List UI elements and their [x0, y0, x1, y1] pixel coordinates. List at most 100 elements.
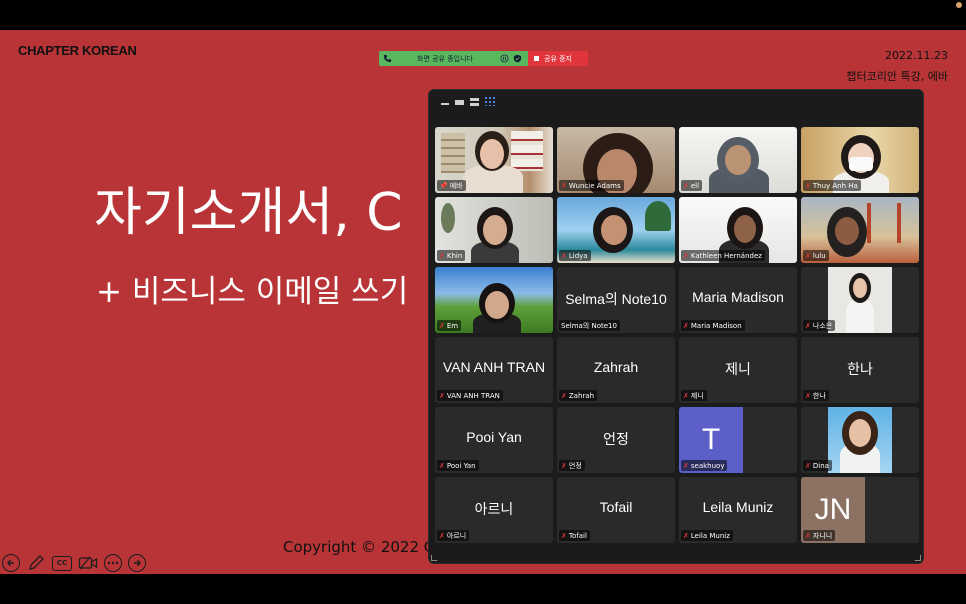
participant-tile[interactable]: Pooi Yan ✗ Pooi Yan — [435, 407, 553, 473]
participant-tile[interactable]: 한나 ✗ 한나 — [801, 337, 919, 403]
participant-display-name: 언정 — [603, 431, 629, 447]
participant-tile[interactable]: ✗ Khin — [435, 197, 553, 263]
resize-handle[interactable] — [431, 555, 437, 561]
more-icon[interactable] — [104, 554, 122, 572]
participant-tile[interactable]: ✗ Em — [435, 267, 553, 333]
participant-label: ✗ ell — [681, 180, 703, 191]
participant-label: ✗ 나소은 — [803, 320, 836, 331]
participant-label: ✗ Zahrah — [559, 390, 598, 401]
mic-muted-icon: ✗ — [683, 181, 689, 190]
participant-tile[interactable]: ✗ Dina — [801, 407, 919, 473]
participant-tile[interactable]: Tofail ✗ Tofail — [557, 477, 675, 543]
mic-muted-icon: ✗ — [439, 391, 445, 400]
participant-tile[interactable]: ✗ ell — [679, 127, 797, 193]
participant-tile[interactable]: ✗ Lidya — [557, 197, 675, 263]
slide-subtitle: + 비즈니스 이메일 쓰기 — [96, 274, 409, 310]
stop-share-button[interactable]: 공유 중지 — [528, 51, 588, 66]
mic-muted-icon: ✗ — [805, 461, 811, 470]
participant-label: ✗ 제니 — [681, 390, 707, 401]
participant-tile[interactable]: Selma의 Note10 Selma의 Note10 — [557, 267, 675, 333]
phone-icon — [383, 54, 392, 63]
pin-icon: 📌 — [439, 181, 448, 190]
strip-view-icon[interactable] — [455, 100, 464, 105]
participant-tile[interactable]: Zahrah ✗ Zahrah — [557, 337, 675, 403]
mic-muted-icon: ✗ — [683, 531, 689, 540]
participant-tile[interactable]: T ✗ seakhuoy — [679, 407, 797, 473]
mic-muted-icon: ✗ — [561, 531, 567, 540]
screen-share-bar: 화면 공유 중입니다 공유 중지 — [379, 51, 588, 66]
mic-muted-icon: ✗ — [683, 251, 689, 260]
arrow-right-icon[interactable] — [128, 554, 146, 572]
participant-tile[interactable]: 언정 ✗ 언정 — [557, 407, 675, 473]
stop-icon — [534, 56, 539, 61]
slide-controls: CC — [2, 552, 146, 574]
mic-muted-icon: ✗ — [561, 251, 567, 260]
participant-label: ✗ Khin — [437, 250, 466, 261]
slide-date: 2022.11.23 — [885, 49, 948, 62]
status-dot-icon — [956, 2, 962, 8]
share-status-text: 화면 공유 중입니다 — [417, 55, 473, 63]
participant-label: ✗ 언정 — [559, 460, 585, 471]
participant-display-name: VAN ANH TRAN — [442, 359, 546, 375]
minimize-icon[interactable] — [441, 102, 449, 105]
view-options — [441, 97, 495, 106]
speaker-view-icon[interactable] — [470, 97, 479, 106]
participant-tile[interactable]: 제니 ✗ 제니 — [679, 337, 797, 403]
participant-tile[interactable]: 📌 에바 — [435, 127, 553, 193]
mic-muted-icon: ✗ — [805, 181, 811, 190]
participant-label: Selma의 Note10 — [559, 320, 620, 331]
profile-photo — [828, 407, 892, 473]
video-icon[interactable] — [78, 554, 98, 572]
mic-muted-icon: ✗ — [561, 461, 567, 470]
participant-tile[interactable]: JN ✗ 자니니 — [801, 477, 919, 543]
participant-tile[interactable]: ✗ Wuncie Adams — [557, 127, 675, 193]
mic-muted-icon: ✗ — [805, 531, 811, 540]
stop-share-label: 공유 중지 — [544, 54, 572, 63]
mic-muted-icon: ✗ — [439, 251, 445, 260]
participant-label: ✗ Tofail — [559, 530, 590, 541]
participant-display-name: 아르니 — [474, 501, 514, 517]
mic-muted-icon: ✗ — [683, 391, 689, 400]
participant-label: ✗ Leila Muniz — [681, 530, 733, 541]
slide-brand: CHAPTER KOREAN — [18, 43, 137, 58]
participant-label: ✗ Wuncie Adams — [559, 180, 624, 191]
slide-title: 자기소개서, C — [94, 183, 403, 243]
participant-label: ✗ Kathleen Hernández — [681, 250, 765, 261]
slide-copyright: Copyright © 2022 C — [283, 538, 435, 556]
participant-tile[interactable]: ✗ lulu — [801, 197, 919, 263]
mic-muted-icon: ✗ — [805, 321, 811, 330]
share-status[interactable]: 화면 공유 중입니다 — [379, 51, 528, 66]
participant-display-name: Selma의 Note10 — [565, 291, 667, 307]
participant-tile[interactable]: ✗ Thuy Anh Ha — [801, 127, 919, 193]
resize-handle[interactable] — [915, 555, 921, 561]
pen-icon[interactable] — [26, 554, 46, 572]
participant-label: ✗ seakhuoy — [681, 460, 728, 471]
arrow-left-icon[interactable] — [2, 554, 20, 572]
participant-tile[interactable]: ✗ 나소은 — [801, 267, 919, 333]
participant-tile[interactable]: Maria Madison ✗ Maria Madison — [679, 267, 797, 333]
participant-label: ✗ lulu — [803, 250, 829, 261]
bottom-black-bar — [0, 574, 966, 604]
gallery-view-icon[interactable] — [485, 97, 495, 106]
mic-muted-icon: ✗ — [439, 321, 445, 330]
participant-label: ✗ Pooi Yan — [437, 460, 479, 471]
participant-label: ✗ 자니니 — [803, 530, 836, 541]
participant-label: ✗ 한나 — [803, 390, 829, 401]
participant-display-name: Maria Madison — [692, 289, 784, 305]
mic-muted-icon: ✗ — [805, 391, 811, 400]
participant-display-name: Zahrah — [593, 359, 639, 375]
participant-tile[interactable]: ✗ Kathleen Hernández — [679, 197, 797, 263]
participant-tile[interactable]: 아르니 ✗ 아르니 — [435, 477, 553, 543]
mic-muted-icon: ✗ — [561, 181, 567, 190]
participant-tile[interactable]: Leila Muniz ✗ Leila Muniz — [679, 477, 797, 543]
mic-muted-icon: ✗ — [561, 391, 567, 400]
mic-muted-icon: ✗ — [439, 531, 445, 540]
cc-icon[interactable]: CC — [52, 555, 72, 571]
pause-icon[interactable] — [500, 54, 509, 63]
participant-label: ✗ Lidya — [559, 250, 591, 261]
participant-display-name: Tofail — [599, 499, 633, 515]
shield-icon[interactable] — [513, 54, 522, 63]
mic-muted-icon: ✗ — [683, 321, 689, 330]
mic-muted-icon: ✗ — [439, 461, 445, 470]
participant-tile[interactable]: VAN ANH TRAN ✗ VAN ANH TRAN — [435, 337, 553, 403]
